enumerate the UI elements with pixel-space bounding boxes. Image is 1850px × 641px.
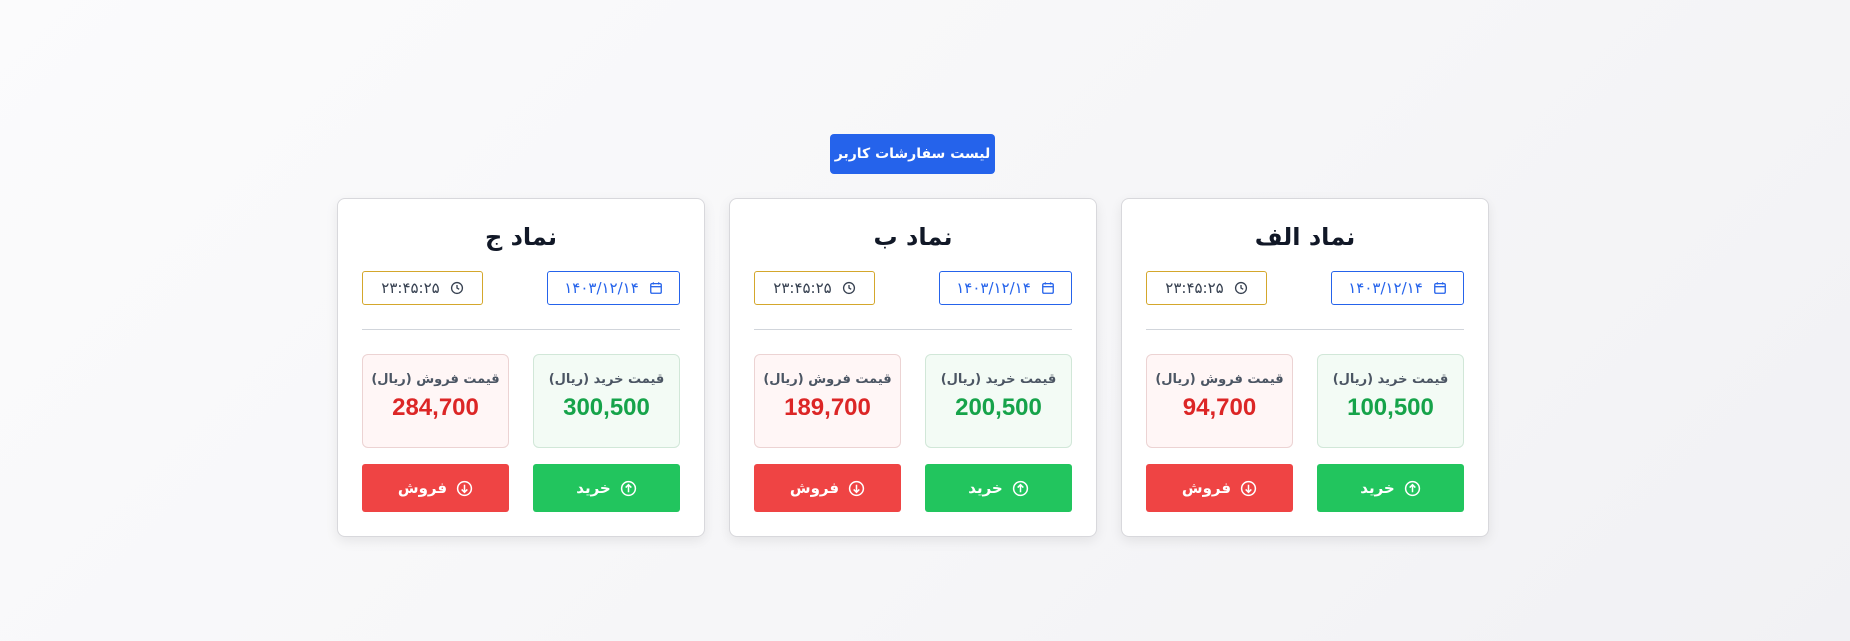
date-text: ۱۴۰۳/۱۲/۱۴ — [956, 279, 1031, 297]
sell-price-value: 94,700 — [1182, 394, 1257, 421]
buy-price-label: قیمت خرید (ریال) — [1332, 372, 1449, 387]
symbol-title: نماد الف — [1254, 223, 1356, 251]
sell-button[interactable]: فروش — [754, 464, 901, 512]
buy-button-label: خرید — [576, 479, 611, 497]
buy-price-box: قیمت خرید (ریال) 100,500 — [1317, 354, 1464, 448]
calendar-icon — [1041, 281, 1055, 295]
clock-icon — [842, 281, 856, 295]
calendar-icon — [1433, 281, 1447, 295]
sell-price-label: قیمت فروش (ریال) — [763, 372, 892, 387]
sell-button-label: فروش — [1181, 479, 1232, 497]
buy-button-label: خرید — [1360, 479, 1395, 497]
buy-button-label: خرید — [968, 479, 1003, 497]
sell-button-label: فروش — [397, 479, 448, 497]
sell-price-value: 189,700 — [784, 394, 871, 421]
time-badge: ۲۳:۴۵:۲۵ — [754, 271, 875, 305]
arrow-down-circle-icon — [848, 480, 865, 497]
clock-icon — [1234, 281, 1248, 295]
buy-price-value: 300,500 — [563, 394, 650, 421]
clock-icon — [450, 281, 464, 295]
buy-price-label: قیمت خرید (ریال) — [548, 372, 665, 387]
buy-price-box: قیمت خرید (ریال) 300,500 — [533, 354, 680, 448]
date-text: ۱۴۰۳/۱۲/۱۴ — [1348, 279, 1423, 297]
buy-price-value: 200,500 — [955, 394, 1042, 421]
buy-button[interactable]: خرید — [1317, 464, 1464, 512]
divider — [1146, 329, 1464, 330]
buy-price-value: 100,500 — [1347, 394, 1434, 421]
date-badge: ۱۴۰۳/۱۲/۱۴ — [939, 271, 1072, 305]
sell-price-box: قیمت فروش (ریال) 284,700 — [362, 354, 509, 448]
arrow-down-circle-icon — [1240, 480, 1257, 497]
symbol-card: نماد ج ۱۴۰۳/۱۲/۱۴ ۲۳:۴۵:۲۵ قیمت خرید (ری… — [337, 198, 705, 537]
symbol-cards: نماد الف ۱۴۰۳/۱۲/۱۴ ۲۳:۴۵:۲۵ قیمت خرید (… — [337, 198, 1489, 538]
symbol-card: نماد الف ۱۴۰۳/۱۲/۱۴ ۲۳:۴۵:۲۵ قیمت خرید (… — [1121, 198, 1489, 537]
sell-button[interactable]: فروش — [1146, 464, 1293, 512]
divider — [362, 329, 680, 330]
time-text: ۲۳:۴۵:۲۵ — [773, 279, 832, 297]
date-text: ۱۴۰۳/۱۲/۱۴ — [564, 279, 639, 297]
arrow-down-circle-icon — [456, 480, 473, 497]
symbol-title: نماد ب — [873, 223, 953, 251]
time-text: ۲۳:۴۵:۲۵ — [381, 279, 440, 297]
sell-price-label: قیمت فروش (ریال) — [1155, 372, 1284, 387]
sell-button[interactable]: فروش — [362, 464, 509, 512]
time-badge: ۲۳:۴۵:۲۵ — [362, 271, 483, 305]
user-orders-list-button[interactable]: لیست سفارشات کاربر — [830, 134, 995, 174]
buy-price-box: قیمت خرید (ریال) 200,500 — [925, 354, 1072, 448]
buy-button[interactable]: خرید — [925, 464, 1072, 512]
sell-price-value: 284,700 — [392, 394, 479, 421]
arrow-up-circle-icon — [1012, 480, 1029, 497]
time-text: ۲۳:۴۵:۲۵ — [1165, 279, 1224, 297]
sell-price-box: قیمت فروش (ریال) 189,700 — [754, 354, 901, 448]
date-badge: ۱۴۰۳/۱۲/۱۴ — [1331, 271, 1464, 305]
symbol-card: نماد ب ۱۴۰۳/۱۲/۱۴ ۲۳:۴۵:۲۵ قیمت خرید (ری… — [729, 198, 1097, 537]
divider — [754, 329, 1072, 330]
symbol-title: نماد ج — [484, 223, 558, 251]
sell-button-label: فروش — [789, 479, 840, 497]
buy-price-label: قیمت خرید (ریال) — [940, 372, 1057, 387]
sell-price-box: قیمت فروش (ریال) 94,700 — [1146, 354, 1293, 448]
calendar-icon — [649, 281, 663, 295]
time-badge: ۲۳:۴۵:۲۵ — [1146, 271, 1267, 305]
arrow-up-circle-icon — [620, 480, 637, 497]
arrow-up-circle-icon — [1404, 480, 1421, 497]
buy-button[interactable]: خرید — [533, 464, 680, 512]
date-badge: ۱۴۰۳/۱۲/۱۴ — [547, 271, 680, 305]
sell-price-label: قیمت فروش (ریال) — [371, 372, 500, 387]
